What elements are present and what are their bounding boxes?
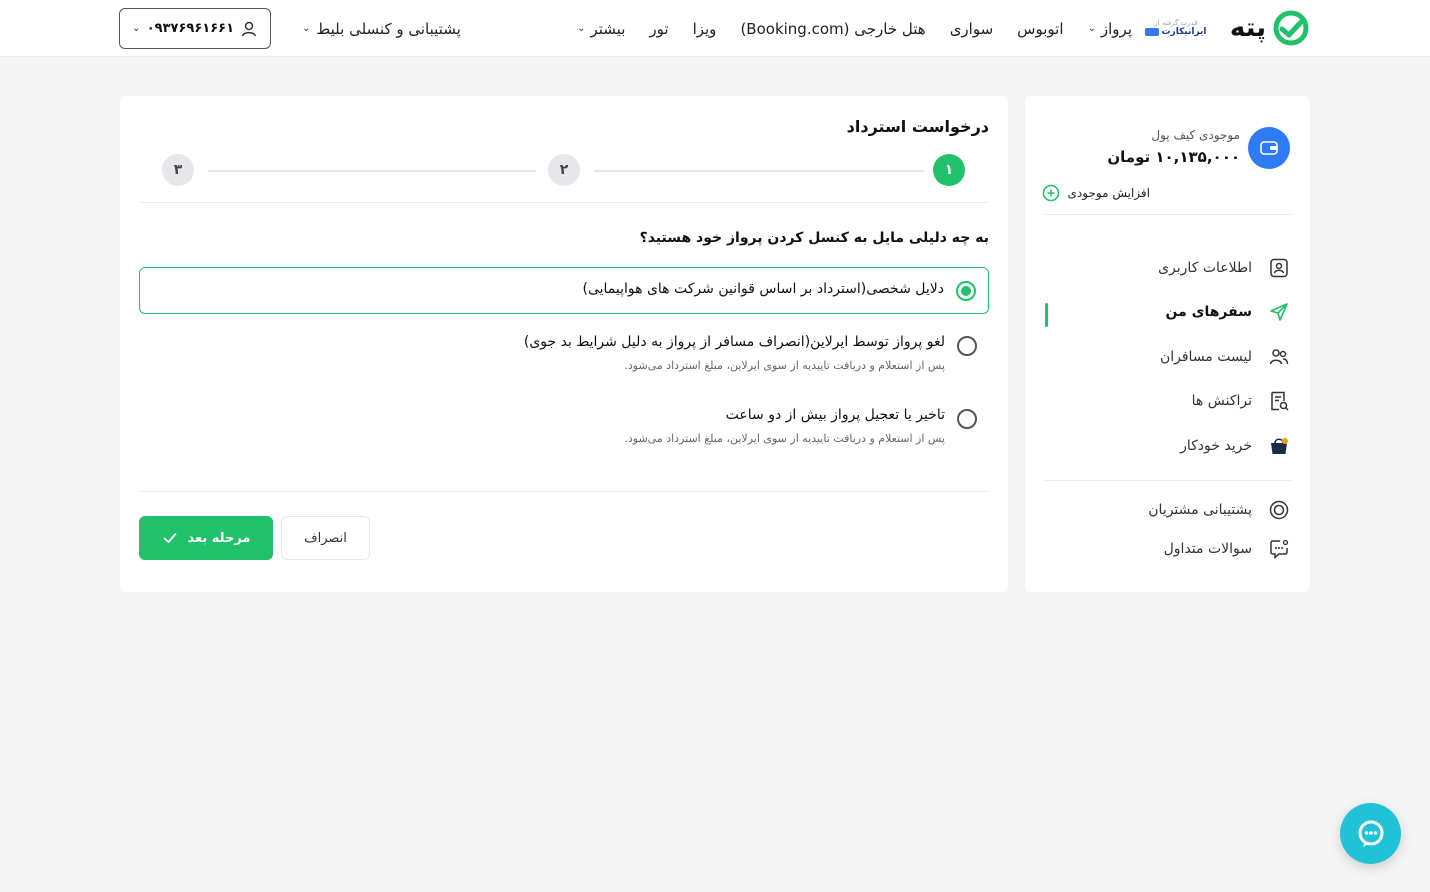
receipt-search-icon: [1271, 391, 1289, 411]
cancel-button[interactable]: انصراف: [281, 516, 370, 560]
nav-more-label: بیشتر: [590, 19, 626, 38]
chat-question-icon: [1270, 539, 1289, 560]
sidebar-item-auto-buy[interactable]: خرید خودکار: [1042, 431, 1292, 461]
chevron-down-icon: ⌄: [302, 23, 311, 34]
brand-logo[interactable]: پته: [1230, 10, 1310, 46]
sidebar-item-label: سوالات متداول: [1163, 541, 1252, 557]
step-1: ۱: [933, 154, 965, 186]
sidebar-item-label: پشتیبانی مشتریان: [1148, 502, 1252, 518]
nav-car-label: سواری: [949, 19, 994, 38]
sidebar-item-profile[interactable]: اطلاعات کاربری: [1042, 253, 1292, 283]
partner-caption: قدرت گرفته از: [1154, 19, 1198, 27]
sidebar-item-label: لیست مسافران: [1159, 349, 1252, 365]
sidebar-item-label: سفرهای من: [1165, 304, 1253, 320]
users-icon: [1269, 349, 1289, 365]
next-step-label: مرحله بعد: [187, 530, 251, 546]
chevron-down-icon: ⌄: [132, 23, 141, 34]
nav-visa-label: ویزا: [692, 19, 717, 38]
top-header: پته قدرت گرفته از ایرانیکارت پرواز ⌄ اتو…: [0, 0, 1430, 57]
add-balance-link[interactable]: افزایش موجودی: [1042, 184, 1150, 202]
account-sidebar: موجودی کیف پول ۱۰,۱۳۵,۰۰۰ تومان افزایش م…: [1025, 96, 1310, 592]
wallet-amount: ۱۰,۱۳۵,۰۰۰ تومان: [1107, 148, 1240, 166]
sidebar-item-label: اطلاعات کاربری: [1158, 260, 1252, 276]
reason-option-title: لغو پرواز توسط ایرلاین(انصراف مسافر از پ…: [523, 334, 945, 350]
account-phone: ۰۹۳۷۶۹۶۱۶۶۱: [146, 21, 234, 36]
reason-option-description: پس از استعلام و دریافت تاییدیه از سوی ای…: [624, 432, 945, 445]
partner-brand-label: ایرانیکارت: [1161, 27, 1207, 37]
user-icon: [241, 21, 257, 36]
nav-flight-label: پرواز: [1100, 19, 1132, 38]
step-connector: [594, 170, 924, 172]
reason-option-personal[interactable]: دلایل شخصی(استرداد بر اساس قوانین شرکت ه…: [139, 267, 989, 314]
sidebar-item-passengers[interactable]: لیست مسافران: [1042, 342, 1292, 372]
lifebuoy-icon: [1269, 500, 1289, 520]
wallet-label: موجودی کیف پول: [1151, 128, 1240, 142]
section-divider: [139, 491, 989, 492]
reason-option-title: تاخیر یا تعجیل پرواز بیش از دو ساعت: [725, 407, 945, 423]
nav-hotel-label: هتل خارجی (Booking.com): [740, 19, 926, 38]
nav-tour[interactable]: تور: [649, 20, 668, 38]
support-chat-button[interactable]: [1340, 803, 1401, 864]
sidebar-item-label: خرید خودکار: [1180, 438, 1252, 454]
cancel-reason-question: به چه دلیلی مایل به کنسل کردن پرواز خود …: [639, 230, 989, 246]
user-card-icon: [1270, 258, 1288, 278]
auto-buy-icon: [1271, 438, 1288, 454]
partner-brand: ایرانیکارت: [1145, 27, 1207, 37]
section-divider: [139, 202, 989, 203]
nav-hotel[interactable]: هتل خارجی (Booking.com): [740, 20, 925, 38]
wallet-icon: [1248, 127, 1290, 169]
sidebar-divider: [1044, 214, 1292, 215]
check-icon: [163, 533, 176, 543]
support-cancel-label: پشتیبانی و کنسلی بلیط: [316, 19, 461, 38]
nav-bus-label: اتوبوس: [1017, 19, 1064, 38]
reason-option-delay[interactable]: تاخیر یا تعجیل پرواز بیش از دو ساعت پس ا…: [139, 397, 989, 459]
sidebar-item-my-trips[interactable]: سفرهای من: [1042, 297, 1292, 327]
reason-radio[interactable]: [956, 281, 976, 301]
nav-bus[interactable]: اتوبوس: [1017, 20, 1063, 38]
page-title: درخواست استرداد: [846, 117, 989, 136]
partner-logo: قدرت گرفته از ایرانیکارت: [1145, 14, 1207, 42]
step-2: ۲: [548, 154, 580, 186]
sidebar-item-faq[interactable]: سوالات متداول: [1042, 534, 1292, 564]
reason-option-airline-cancel[interactable]: لغو پرواز توسط ایرلاین(انصراف مسافر از پ…: [139, 324, 989, 386]
reason-option-description: پس از استعلام و دریافت تاییدیه از سوی ای…: [624, 359, 945, 372]
step-connector: [208, 170, 536, 172]
partner-flag-icon: [1145, 28, 1160, 36]
plus-circle-icon: [1042, 184, 1059, 202]
nav-car[interactable]: سواری: [950, 20, 993, 38]
refund-request-card: درخواست استرداد ۱ ۲ ۳ به چه دلیلی مایل ب…: [120, 96, 1008, 592]
support-cancel-link[interactable]: پشتیبانی و کنسلی بلیط ⌄: [302, 0, 461, 57]
chevron-down-icon: ⌄: [577, 23, 586, 34]
nav-flight[interactable]: پرواز ⌄: [1088, 20, 1133, 38]
step-3: ۳: [162, 154, 194, 186]
nav-tour-label: تور: [649, 19, 669, 38]
add-balance-label: افزایش موجودی: [1067, 186, 1150, 200]
account-button[interactable]: ۰۹۳۷۶۹۶۱۶۶۱ ⌄: [119, 8, 271, 49]
sidebar-item-support[interactable]: پشتیبانی مشتریان: [1042, 495, 1292, 525]
next-step-button[interactable]: مرحله بعد: [139, 516, 273, 560]
logo-mark-icon: [1273, 10, 1309, 46]
chevron-down-icon: ⌄: [1087, 23, 1096, 34]
chat-bubble-icon: [1358, 820, 1383, 847]
nav-more[interactable]: بیشتر ⌄: [577, 20, 625, 38]
sidebar-item-label: تراکنش ها: [1191, 393, 1252, 409]
reason-radio[interactable]: [957, 336, 977, 356]
cancel-label: انصراف: [304, 530, 347, 546]
sidebar-divider: [1044, 480, 1292, 481]
logo-text: پته: [1229, 13, 1267, 43]
paper-plane-icon: [1270, 303, 1288, 321]
sidebar-item-transactions[interactable]: تراکنش ها: [1042, 386, 1292, 416]
main-nav: پرواز ⌄ اتوبوس سواری هتل خارجی (Booking.…: [577, 0, 1132, 57]
reason-option-title: دلایل شخصی(استرداد بر اساس قوانین شرکت ه…: [582, 281, 944, 297]
nav-visa[interactable]: ویزا: [693, 20, 717, 38]
reason-radio[interactable]: [957, 409, 977, 429]
